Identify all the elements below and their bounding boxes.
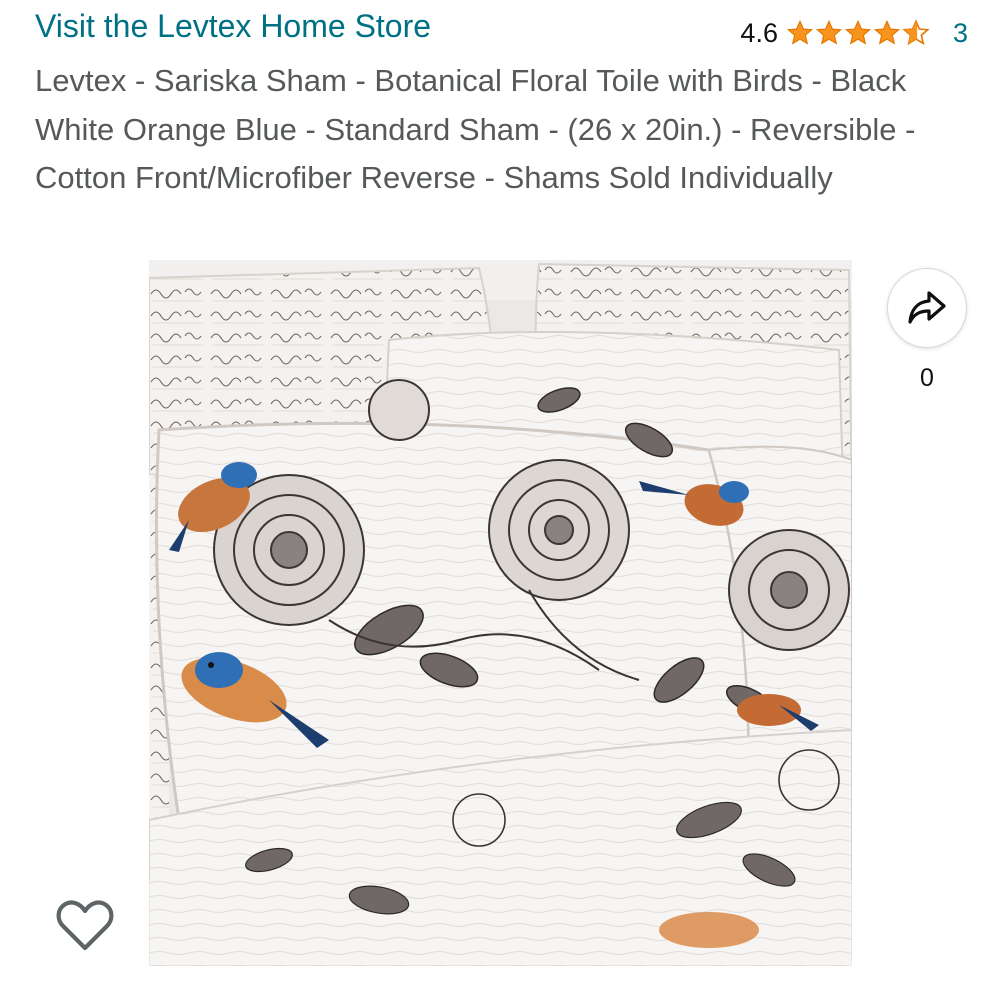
product-title: Levtex - Sariska Sham - Botanical Floral…	[35, 63, 916, 195]
rating-summary[interactable]: 4.6 3	[740, 14, 968, 52]
product-photo	[149, 260, 852, 966]
star-icon	[786, 19, 814, 45]
share-count: 0	[920, 364, 934, 392]
product-image[interactable]	[149, 260, 852, 966]
half-star-icon	[902, 19, 930, 46]
star-icon	[844, 19, 872, 45]
store-link[interactable]: Visit the Levtex Home Store	[35, 8, 431, 45]
star-icon	[873, 19, 901, 45]
share-button[interactable]	[887, 268, 967, 348]
star-icon	[815, 19, 843, 45]
product-page: Visit the Levtex Home Store 4.6 3 Levtex…	[0, 0, 1000, 1000]
star-rating	[786, 19, 931, 47]
rating-value: 4.6	[740, 17, 778, 48]
wishlist-button[interactable]	[54, 896, 116, 956]
share-arrow-icon	[908, 291, 946, 324]
rating-count[interactable]: 3	[953, 18, 968, 49]
heart-outline-icon	[56, 900, 114, 951]
